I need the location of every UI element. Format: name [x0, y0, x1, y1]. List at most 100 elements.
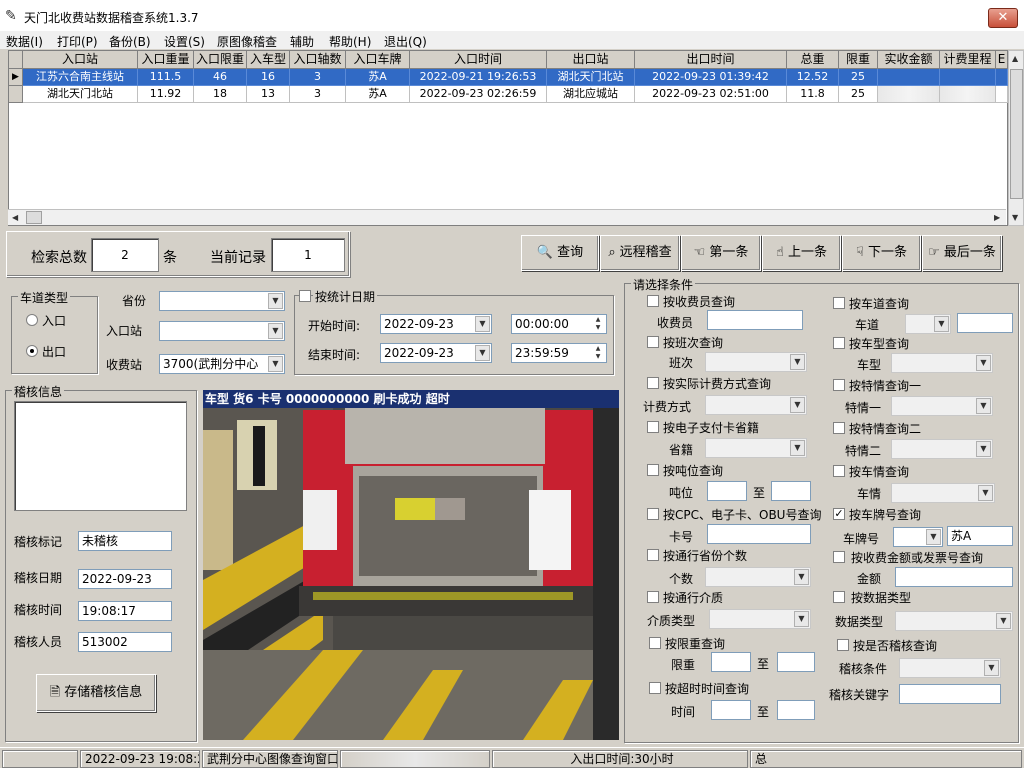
cell[interactable]: 2022-09-23 01:39:42	[635, 69, 787, 86]
chevron-down-icon[interactable]: ▼	[475, 316, 490, 332]
card-province-checkbox[interactable]	[647, 421, 659, 433]
chevron-down-icon[interactable]: ▼	[794, 569, 809, 585]
end-date-picker[interactable]: 2022-09-23 ▼	[380, 343, 492, 363]
plate-prefix-select[interactable]: ▼	[893, 527, 943, 547]
shift-select[interactable]: ▼	[705, 352, 807, 372]
save-audit-button[interactable]: 🗎 存储稽核信息	[36, 674, 156, 712]
cell[interactable]: 111.5	[138, 69, 194, 86]
toll-station-select[interactable]: 3700(武荆分中心 ▼	[159, 354, 285, 374]
cashier-checkbox[interactable]	[647, 295, 659, 307]
lane-out-radio[interactable]	[26, 345, 38, 357]
special-one-checkbox[interactable]	[833, 379, 845, 391]
cell[interactable]	[940, 86, 996, 103]
last-record-button[interactable]: ☞ 最后一条	[922, 235, 1002, 271]
chevron-down-icon[interactable]: ▼	[996, 613, 1011, 629]
tonnage-from-input[interactable]	[707, 481, 747, 501]
amount-input[interactable]	[895, 567, 1013, 587]
chevron-down-icon[interactable]: ▼	[926, 529, 941, 545]
audit-condition-select[interactable]: ▼	[899, 658, 1001, 678]
province-select[interactable]: ▼	[159, 291, 285, 311]
chevron-down-icon[interactable]: ▼	[976, 441, 991, 457]
special-two-check-label[interactable]: 按特情查询二	[849, 420, 921, 437]
chevron-down-icon[interactable]: ▼	[790, 397, 805, 413]
cell[interactable]: 46	[194, 69, 247, 86]
col-header[interactable]: 限重	[839, 51, 878, 69]
cell[interactable]: 2022-09-21 19:26:53	[410, 69, 547, 86]
cashier-check-label[interactable]: 按收费员查询	[663, 293, 735, 310]
shift-check-label[interactable]: 按班次查询	[663, 334, 723, 351]
overtime-from-input[interactable]	[711, 700, 751, 720]
chevron-down-icon[interactable]: ▼	[475, 345, 490, 361]
chevron-down-icon[interactable]: ▼	[790, 440, 805, 456]
chevron-down-icon[interactable]: ▼	[976, 398, 991, 414]
special-two-checkbox[interactable]	[833, 422, 845, 434]
audit-time-field[interactable]: 19:08:17	[78, 601, 172, 621]
remote-audit-button[interactable]: ⌕ 远程稽查	[600, 235, 680, 271]
card-number-check-label[interactable]: 按CPC、电子卡、OBU号查询	[663, 506, 821, 523]
scroll-right-icon[interactable]: ▶	[994, 213, 1000, 222]
col-header[interactable]: 入车型	[247, 51, 290, 69]
lane-input[interactable]	[957, 313, 1013, 333]
overtime-checkbox[interactable]	[649, 682, 661, 694]
lane-checkbox[interactable]	[833, 297, 845, 309]
amount-checkbox[interactable]	[833, 551, 845, 563]
col-header[interactable]: 实收金额	[878, 51, 940, 69]
audit-notes-textarea[interactable]	[14, 401, 187, 511]
start-time-input[interactable]: 00:00:00 ▲ ▼	[511, 314, 607, 334]
entry-station-select[interactable]: ▼	[159, 321, 285, 341]
horizontal-scrollbar[interactable]: ◀ ▶	[8, 209, 1006, 225]
weight-limit-checkbox[interactable]	[649, 637, 661, 649]
col-header[interactable]: 出口站	[547, 51, 635, 69]
medium-check-label[interactable]: 按通行介质	[663, 589, 723, 606]
audited-checkbox[interactable]	[837, 639, 849, 651]
menu-help[interactable]: 帮助(H)	[329, 33, 371, 50]
plate-input[interactable]: 苏A	[947, 526, 1013, 546]
end-time-input[interactable]: 23:59:59 ▲ ▼	[511, 343, 607, 363]
menu-print[interactable]: 打印(P)	[57, 33, 98, 50]
scroll-down-icon[interactable]: ▼	[1012, 213, 1018, 222]
prev-record-button[interactable]: ☝ 上一条	[762, 235, 841, 271]
card-number-input[interactable]	[707, 524, 811, 544]
col-header[interactable]: E	[996, 51, 1008, 69]
next-record-button[interactable]: ☟ 下一条	[842, 235, 921, 271]
data-type-check-label[interactable]: 按数据类型	[851, 589, 911, 606]
lane-out-label[interactable]: 出口	[42, 343, 66, 360]
spinner-icon[interactable]: ▲ ▼	[591, 345, 605, 361]
close-button[interactable]: ✕	[988, 8, 1018, 28]
billing-checkbox[interactable]	[647, 377, 659, 389]
cell[interactable]	[996, 69, 1008, 86]
menu-settings[interactable]: 设置(S)	[164, 33, 205, 50]
vehicle-type-check-label[interactable]: 按车型查询	[849, 335, 909, 352]
audited-check-label[interactable]: 按是否稽核查询	[853, 637, 937, 654]
query-button[interactable]: 🔍 查询	[521, 235, 599, 271]
vertical-scrollbar[interactable]: ▲ ▼	[1008, 50, 1024, 226]
lane-select[interactable]: ▼	[905, 314, 951, 334]
col-header[interactable]: 出口时间	[635, 51, 787, 69]
shift-checkbox[interactable]	[647, 336, 659, 348]
first-record-button[interactable]: ☜ 第一条	[681, 235, 761, 271]
scroll-thumb[interactable]	[1010, 69, 1023, 199]
cell[interactable]: 2022-09-23 02:26:59	[410, 86, 547, 103]
cell[interactable]: 3	[290, 69, 346, 86]
menu-assist[interactable]: 辅助	[290, 33, 314, 50]
province-count-check-label[interactable]: 按通行省份个数	[663, 547, 747, 564]
spinner-icon[interactable]: ▲ ▼	[591, 316, 605, 332]
menu-data[interactable]: 数据(I)	[6, 33, 43, 50]
cell[interactable]: 18	[194, 86, 247, 103]
vehicle-type-checkbox[interactable]	[833, 337, 845, 349]
cell[interactable]	[878, 86, 940, 103]
col-header[interactable]: 入口时间	[410, 51, 547, 69]
vehicle-condition-select[interactable]: ▼	[891, 483, 995, 503]
weight-limit-from-input[interactable]	[711, 652, 751, 672]
billing-select[interactable]: ▼	[705, 395, 807, 415]
chevron-down-icon[interactable]: ▼	[984, 660, 999, 676]
menu-image-audit[interactable]: 原图像稽查	[217, 33, 277, 50]
cell[interactable]: 2022-09-23 02:51:00	[635, 86, 787, 103]
cell[interactable]: 湖北应城站	[547, 86, 635, 103]
province-count-select[interactable]: ▼	[705, 567, 811, 587]
plate-checkbox[interactable]: ✓	[833, 508, 845, 520]
col-header[interactable]: 入口限重	[194, 51, 247, 69]
tonnage-to-input[interactable]	[771, 481, 811, 501]
chevron-down-icon[interactable]: ▼	[794, 611, 809, 627]
card-province-check-label[interactable]: 按电子支付卡省籍	[663, 419, 759, 436]
